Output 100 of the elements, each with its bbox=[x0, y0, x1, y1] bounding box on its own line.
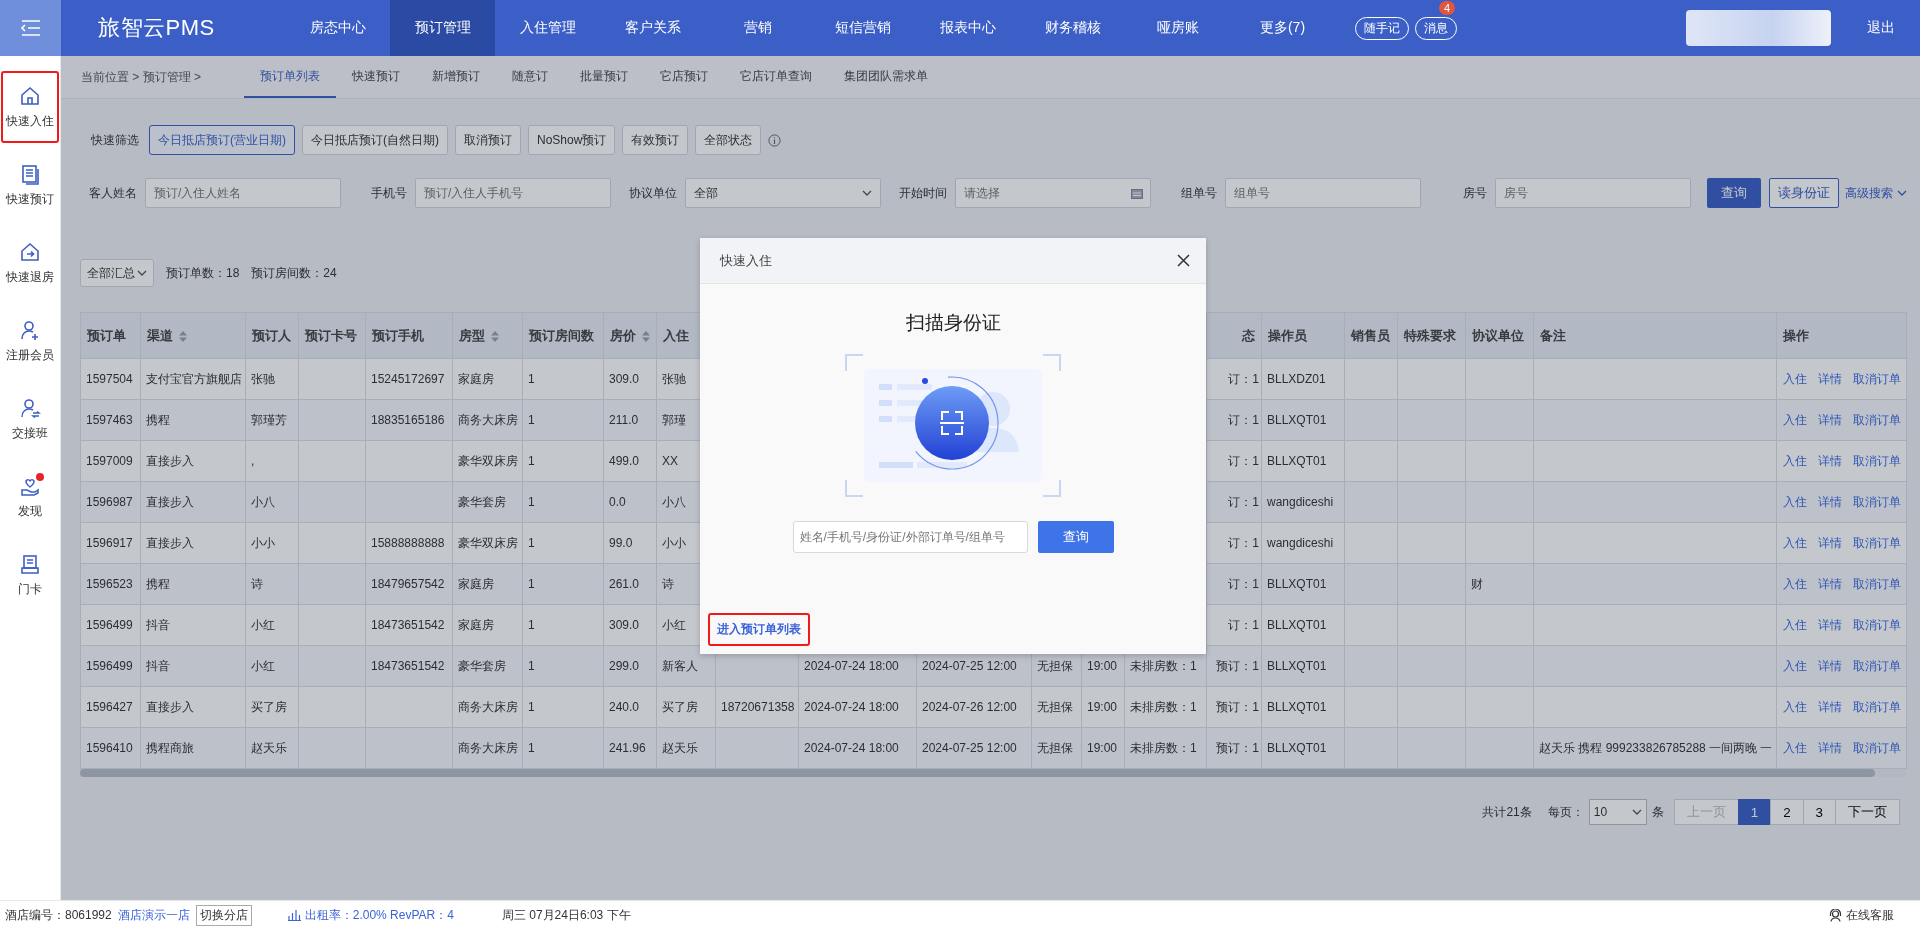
row-action-link[interactable]: 入住 bbox=[1783, 534, 1807, 552]
sub-tab[interactable]: 新增预订 bbox=[416, 56, 496, 98]
row-action-link[interactable]: 取消订单 bbox=[1853, 493, 1901, 511]
nav-tab[interactable]: 房态中心 bbox=[285, 0, 390, 56]
search-button[interactable]: 查询 bbox=[1707, 178, 1761, 208]
row-action-link[interactable]: 取消订单 bbox=[1853, 452, 1901, 470]
column-header[interactable]: 渠道 bbox=[140, 312, 246, 359]
per-page-unit: 条 bbox=[1651, 803, 1664, 821]
sidebar-item[interactable]: 快速预订 bbox=[1, 149, 59, 221]
row-action-link[interactable]: 取消订单 bbox=[1853, 575, 1901, 593]
hotel-name-link[interactable]: 酒店演示一店 bbox=[117, 906, 190, 924]
row-action-link[interactable]: 详情 bbox=[1818, 534, 1842, 552]
switch-branch-button[interactable]: 切换分店 bbox=[195, 904, 252, 926]
sub-tab[interactable]: 批量预订 bbox=[564, 56, 644, 98]
nav-tab[interactable]: 更多(7) bbox=[1230, 0, 1335, 56]
table-cell: 无担保 bbox=[1031, 727, 1082, 769]
sub-tab[interactable]: 它店预订 bbox=[644, 56, 724, 98]
sub-tab[interactable]: 随意订 bbox=[496, 56, 564, 98]
column-header[interactable]: 房型 bbox=[452, 312, 523, 359]
row-action-link[interactable]: 详情 bbox=[1818, 493, 1842, 511]
row-action-link[interactable]: 入住 bbox=[1783, 616, 1807, 634]
nav-tab[interactable]: 报表中心 bbox=[915, 0, 1020, 56]
sidebar-item[interactable]: 注册会员 bbox=[1, 305, 59, 377]
sub-tab[interactable]: 它店订单查询 bbox=[724, 56, 828, 98]
booking-list-link[interactable]: 进入预订单列表 bbox=[708, 613, 810, 646]
row-action-link[interactable]: 入住 bbox=[1783, 657, 1807, 675]
row-action-link[interactable]: 入住 bbox=[1783, 493, 1807, 511]
row-action-link[interactable]: 取消订单 bbox=[1853, 534, 1901, 552]
row-action-link[interactable]: 详情 bbox=[1818, 452, 1842, 470]
close-icon[interactable] bbox=[1177, 254, 1190, 267]
advanced-search-link[interactable]: 高级搜索 bbox=[1845, 184, 1907, 202]
row-action-link[interactable]: 详情 bbox=[1818, 657, 1842, 675]
nav-tab[interactable]: 哑房账 bbox=[1125, 0, 1230, 56]
row-action-link[interactable]: 详情 bbox=[1818, 575, 1842, 593]
page-button[interactable]: 2 bbox=[1770, 799, 1804, 825]
sub-tab[interactable]: 预订单列表 bbox=[244, 56, 336, 98]
row-action-link[interactable]: 入住 bbox=[1783, 411, 1807, 429]
filter-button[interactable]: 今日抵店预订(自然日期) bbox=[302, 125, 448, 155]
text-field[interactable]: 预订/入住人手机号 bbox=[415, 178, 611, 208]
sidebar-item[interactable]: 发现 bbox=[1, 461, 59, 533]
row-action-link[interactable]: 取消订单 bbox=[1853, 698, 1901, 716]
search-button[interactable]: 查询 bbox=[1037, 521, 1114, 553]
nav-tab[interactable]: 财务稽核 bbox=[1020, 0, 1125, 56]
row-action-link[interactable]: 详情 bbox=[1818, 739, 1842, 757]
row-action-link[interactable]: 详情 bbox=[1818, 616, 1842, 634]
filter-button[interactable]: 取消预订 bbox=[455, 125, 521, 155]
nav-tab[interactable]: 营销 bbox=[705, 0, 810, 56]
page-button[interactable]: 1 bbox=[1737, 799, 1772, 825]
sub-tab[interactable]: 集团团队需求单 bbox=[828, 56, 944, 98]
row-action-link[interactable]: 详情 bbox=[1818, 411, 1842, 429]
text-field[interactable]: 房号 bbox=[1495, 178, 1691, 208]
row-action-link[interactable]: 入住 bbox=[1783, 698, 1807, 716]
filter-button[interactable]: 今日抵店预订(营业日期) bbox=[149, 125, 295, 155]
nav-tab[interactable]: 客户关系 bbox=[600, 0, 705, 56]
nav-tab[interactable]: 短信营销 bbox=[810, 0, 915, 56]
filter-button[interactable]: NoShow预订 bbox=[528, 125, 616, 155]
house-arrow-icon bbox=[19, 240, 41, 263]
filter-button[interactable]: 全部状态 bbox=[695, 125, 762, 155]
table-cell: 1 bbox=[522, 686, 604, 728]
summary-select[interactable]: 全部汇总 bbox=[80, 259, 154, 287]
row-action-link[interactable]: 入住 bbox=[1783, 452, 1807, 470]
page-button[interactable]: 3 bbox=[1802, 799, 1836, 825]
info-icon[interactable] bbox=[768, 133, 782, 147]
row-action-link[interactable]: 详情 bbox=[1818, 698, 1842, 716]
read-id-button[interactable]: 读身份证 bbox=[1769, 178, 1839, 208]
filter-button[interactable]: 有效预订 bbox=[622, 125, 689, 155]
row-action-link[interactable]: 入住 bbox=[1783, 370, 1807, 388]
sidebar-item[interactable]: 门卡 bbox=[1, 539, 59, 611]
select-field[interactable]: 全部 bbox=[685, 178, 881, 208]
table-cell: 499.0 bbox=[603, 440, 657, 482]
row-action-link[interactable]: 入住 bbox=[1783, 739, 1807, 757]
menu-button[interactable] bbox=[0, 0, 61, 56]
search-field[interactable]: 姓名/手机号/身份证/外部订单号/组单号 bbox=[792, 521, 1028, 553]
row-action-link[interactable]: 取消订单 bbox=[1853, 739, 1901, 757]
sidebar-item[interactable]: 快速退房 bbox=[1, 227, 59, 299]
sub-tab[interactable]: 快速预订 bbox=[336, 56, 416, 98]
calendar-icon[interactable] bbox=[1131, 188, 1143, 199]
nav-tab[interactable]: 入住管理 bbox=[495, 0, 600, 56]
row-action-link[interactable]: 入住 bbox=[1783, 575, 1807, 593]
column-header[interactable]: 房价 bbox=[603, 312, 657, 359]
sidebar-item[interactable]: 交接班 bbox=[1, 383, 59, 455]
sidebar-item[interactable]: 快速入住 bbox=[1, 71, 59, 143]
logout-link[interactable]: 退出 bbox=[1867, 19, 1895, 37]
next-page-button[interactable]: 下一页 bbox=[1835, 799, 1900, 825]
row-action-link[interactable]: 取消订单 bbox=[1853, 616, 1901, 634]
text-field[interactable]: 组单号 bbox=[1225, 178, 1421, 208]
sort-icon[interactable] bbox=[491, 330, 499, 342]
sort-icon[interactable] bbox=[179, 330, 187, 342]
page-size-select[interactable]: 10 bbox=[1588, 799, 1647, 825]
row-action-link[interactable]: 取消订单 bbox=[1853, 411, 1901, 429]
row-action-link[interactable]: 详情 bbox=[1818, 370, 1842, 388]
occupancy-link[interactable]: 出租率：2.00% RevPAR：4 bbox=[304, 906, 454, 924]
nav-tab[interactable]: 预订管理 bbox=[390, 0, 495, 56]
row-action-link[interactable]: 取消订单 bbox=[1853, 657, 1901, 675]
date-field[interactable]: 请选择 bbox=[955, 178, 1151, 208]
online-support-link[interactable]: 在线客服 bbox=[1846, 906, 1894, 924]
horizontal-scrollbar[interactable] bbox=[80, 769, 1906, 777]
text-field[interactable]: 预订/入住人姓名 bbox=[145, 178, 341, 208]
row-action-link[interactable]: 取消订单 bbox=[1853, 370, 1901, 388]
sort-icon[interactable] bbox=[642, 330, 650, 342]
